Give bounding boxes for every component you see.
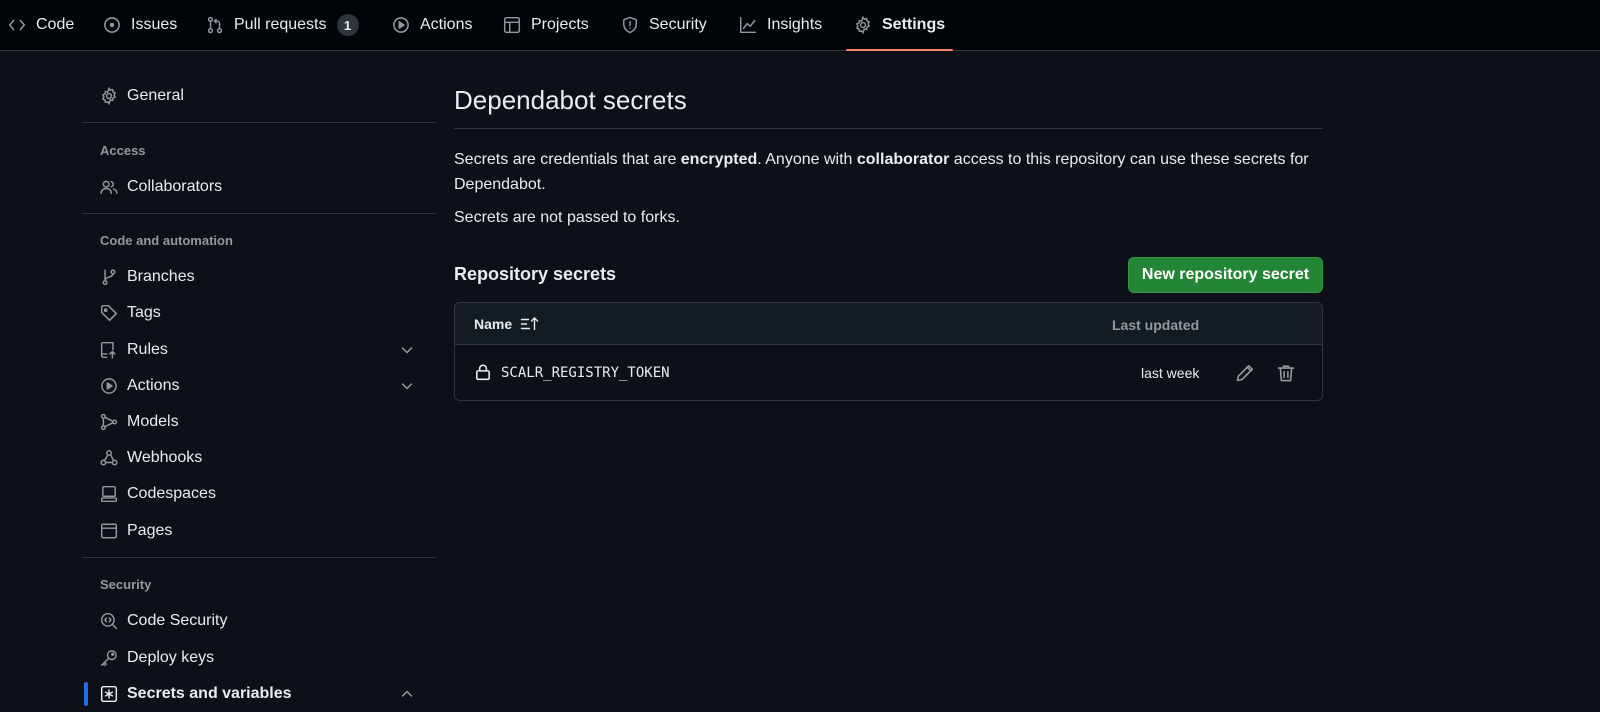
graph-icon bbox=[739, 16, 757, 34]
table-header: Name Last updated bbox=[455, 303, 1322, 345]
tab-projects[interactable]: Projects bbox=[503, 0, 589, 50]
sidebar-heading-code-automation: Code and automation bbox=[100, 233, 233, 248]
browser-icon bbox=[100, 522, 118, 540]
column-header-last-updated: Last updated bbox=[1112, 317, 1200, 333]
secret-name: SCALR_REGISTRY_TOKEN bbox=[501, 365, 670, 381]
page-title: Dependabot secrets bbox=[454, 85, 687, 115]
git-pull-request-icon bbox=[206, 16, 224, 34]
pencil-icon[interactable] bbox=[1235, 363, 1255, 383]
settings-sidebar: General Access Collaborators Code and au… bbox=[82, 51, 436, 710]
code-icon bbox=[8, 16, 26, 34]
tab-pull-requests[interactable]: Pull requests 1 bbox=[206, 0, 359, 50]
sidebar-item-webhooks[interactable]: Webhooks bbox=[82, 440, 436, 476]
repo-nav: Code Issues Pull requests 1 Actions Proj… bbox=[0, 0, 1600, 51]
gear-icon bbox=[100, 87, 118, 105]
sidebar-item-label: Branches bbox=[127, 268, 195, 285]
description-text: Secrets are credentials that are bbox=[454, 151, 681, 168]
tab-label: Projects bbox=[531, 16, 589, 33]
webhook-icon bbox=[100, 449, 118, 467]
sidebar-item-label: Rules bbox=[127, 341, 168, 358]
tab-code[interactable]: Code bbox=[8, 0, 74, 50]
chevron-up-icon[interactable] bbox=[399, 686, 415, 702]
sidebar-item-general[interactable]: General bbox=[82, 78, 436, 114]
tab-insights[interactable]: Insights bbox=[739, 0, 822, 50]
repository-secrets-heading: Repository secrets bbox=[454, 264, 617, 284]
git-branch-icon bbox=[100, 268, 118, 286]
description-emphasis: encrypted bbox=[680, 151, 758, 168]
sidebar-item-label: Collaborators bbox=[127, 178, 223, 195]
sidebar-item-label: Models bbox=[127, 413, 179, 430]
codespaces-icon bbox=[100, 485, 118, 503]
sidebar-item-tags[interactable]: Tags bbox=[82, 295, 436, 331]
sidebar-item-label: Deploy keys bbox=[127, 649, 215, 666]
shield-icon bbox=[621, 16, 639, 34]
sidebar-divider bbox=[82, 122, 436, 123]
table-icon bbox=[503, 16, 521, 34]
sidebar-item-code-security[interactable]: Code Security bbox=[82, 603, 436, 639]
tab-label: Insights bbox=[767, 16, 823, 33]
title-divider bbox=[454, 128, 1323, 129]
sidebar-heading-security: Security bbox=[100, 577, 152, 592]
tag-icon bbox=[100, 304, 118, 322]
tab-label: Pull requests bbox=[234, 16, 327, 33]
description-text: . Anyone with bbox=[757, 151, 857, 168]
tab-issues[interactable]: Issues bbox=[103, 0, 177, 50]
sidebar-item-codespaces[interactable]: Codespaces bbox=[82, 476, 436, 512]
play-icon bbox=[392, 16, 410, 34]
table-row: SCALR_REGISTRY_TOKEN last week bbox=[455, 346, 1322, 400]
sidebar-item-label: General bbox=[127, 87, 184, 104]
tab-label: Security bbox=[649, 16, 707, 33]
tab-settings[interactable]: Settings bbox=[845, 0, 954, 51]
pull-requests-counter: 1 bbox=[336, 14, 359, 36]
sidebar-item-label: Code Security bbox=[127, 612, 228, 629]
description-emphasis: collaborator bbox=[856, 151, 950, 168]
sidebar-item-collaborators[interactable]: Collaborators bbox=[82, 169, 436, 205]
issue-opened-icon bbox=[103, 16, 121, 34]
settings-main: Dependabot secrets Secrets are credentia… bbox=[454, 51, 1324, 710]
column-header-name: Name bbox=[474, 316, 513, 332]
codescan-icon bbox=[100, 612, 118, 630]
secrets-description: Secrets are credentials that are encrypt… bbox=[454, 147, 1323, 197]
trash-icon[interactable] bbox=[1276, 363, 1296, 383]
tab-security[interactable]: Security bbox=[621, 0, 707, 50]
sidebar-divider bbox=[82, 213, 436, 214]
lock-icon bbox=[474, 363, 492, 381]
sidebar-item-actions[interactable]: Actions bbox=[82, 368, 436, 404]
chevron-down-icon[interactable] bbox=[399, 378, 415, 394]
sidebar-item-label: Codespaces bbox=[127, 485, 216, 502]
new-repository-secret-button[interactable]: New repository secret bbox=[1128, 257, 1323, 293]
secret-last-updated: last week bbox=[1141, 365, 1200, 381]
tab-label: Actions bbox=[420, 16, 473, 33]
asterisk-icon bbox=[100, 685, 118, 703]
sidebar-item-rules[interactable]: Rules bbox=[82, 332, 436, 368]
sidebar-item-models[interactable]: Models bbox=[82, 404, 436, 440]
models-icon bbox=[100, 413, 118, 431]
gear-icon bbox=[854, 16, 872, 34]
sidebar-item-label: Tags bbox=[127, 304, 161, 321]
sidebar-item-label: Actions bbox=[127, 377, 180, 394]
play-icon bbox=[100, 377, 118, 395]
secrets-table: Name Last updated SCALR_REGISTRY_TOKEN l… bbox=[454, 302, 1323, 401]
sidebar-item-label: Webhooks bbox=[127, 449, 203, 466]
chevron-down-icon[interactable] bbox=[399, 342, 415, 358]
sidebar-item-pages[interactable]: Pages bbox=[82, 513, 436, 549]
key-icon bbox=[100, 649, 118, 667]
tab-label: Code bbox=[36, 16, 75, 33]
sort-asc-icon[interactable] bbox=[520, 315, 540, 333]
tab-label: Issues bbox=[131, 16, 178, 33]
people-icon bbox=[100, 178, 118, 196]
sidebar-item-branches[interactable]: Branches bbox=[82, 259, 436, 295]
forks-note: Secrets are not passed to forks. bbox=[454, 209, 680, 226]
sidebar-item-label: Secrets and variables bbox=[127, 685, 292, 702]
repo-push-icon bbox=[100, 341, 118, 359]
sidebar-divider bbox=[82, 557, 436, 558]
tab-actions[interactable]: Actions bbox=[392, 0, 472, 50]
sidebar-item-secrets-and-variables[interactable]: Secrets and variables bbox=[82, 676, 436, 712]
sidebar-item-label: Pages bbox=[127, 522, 173, 539]
tab-label: Settings bbox=[882, 16, 946, 33]
sidebar-heading-access: Access bbox=[100, 143, 146, 158]
sidebar-item-deploy-keys[interactable]: Deploy keys bbox=[82, 640, 436, 676]
